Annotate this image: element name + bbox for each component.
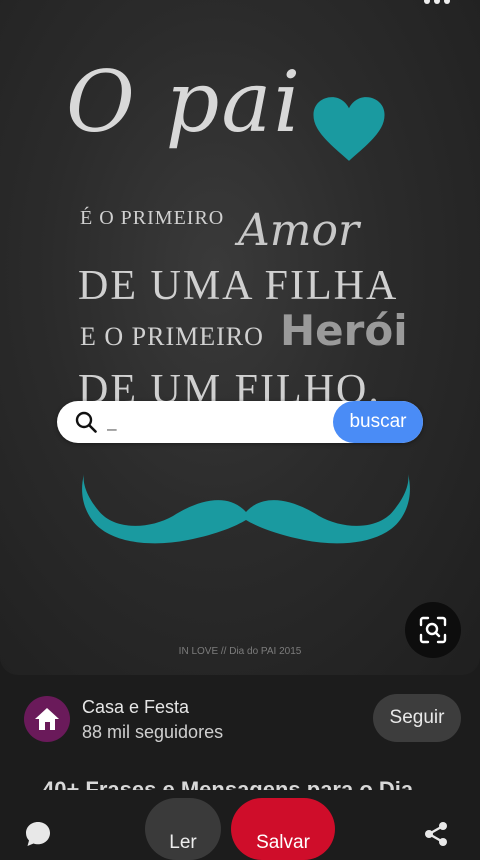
board-name[interactable]: Casa e Festa xyxy=(82,697,189,718)
back-icon[interactable] xyxy=(32,0,46,6)
search-bar: buscar xyxy=(57,401,423,443)
quote-o-pai: O pai xyxy=(66,53,303,151)
quote-line-2: de uma filha xyxy=(78,263,399,309)
visual-search-button[interactable] xyxy=(405,602,461,658)
search-input[interactable] xyxy=(107,410,327,434)
read-button[interactable]: Ler xyxy=(145,798,221,860)
search-button[interactable]: buscar xyxy=(333,401,423,443)
mustache-illustration xyxy=(82,474,410,544)
house-icon xyxy=(35,708,59,730)
save-button[interactable]: Salvar xyxy=(231,798,335,860)
bottom-bar: Ler Salvar xyxy=(0,790,480,860)
board-row[interactable]: Casa e Festa 88 mil seguidores Seguir xyxy=(0,690,480,750)
pin-title: 40+ Frases e Mensagens para o Dia xyxy=(42,777,414,791)
search-icon xyxy=(75,411,97,433)
visual-search-icon xyxy=(419,616,447,644)
share-icon[interactable] xyxy=(422,820,450,848)
follow-button[interactable]: Seguir xyxy=(373,694,461,742)
quote-line-1: é o primeiro xyxy=(80,207,225,229)
quote-amor: Amor xyxy=(238,205,360,256)
quote-heroi: Herói xyxy=(280,306,408,355)
comment-icon[interactable] xyxy=(24,820,52,848)
board-followers: 88 mil seguidores xyxy=(82,722,224,742)
quote-line-3: e o primeiro xyxy=(80,322,264,351)
more-icon[interactable] xyxy=(424,0,450,4)
avatar[interactable] xyxy=(24,696,70,742)
heart-icon xyxy=(313,97,385,161)
pin-image[interactable]: O pai é o primeiro Amor de uma filha e o… xyxy=(0,0,480,675)
image-credit: IN LOVE // Dia do PAI 2015 xyxy=(178,646,302,657)
top-bar xyxy=(0,0,480,20)
